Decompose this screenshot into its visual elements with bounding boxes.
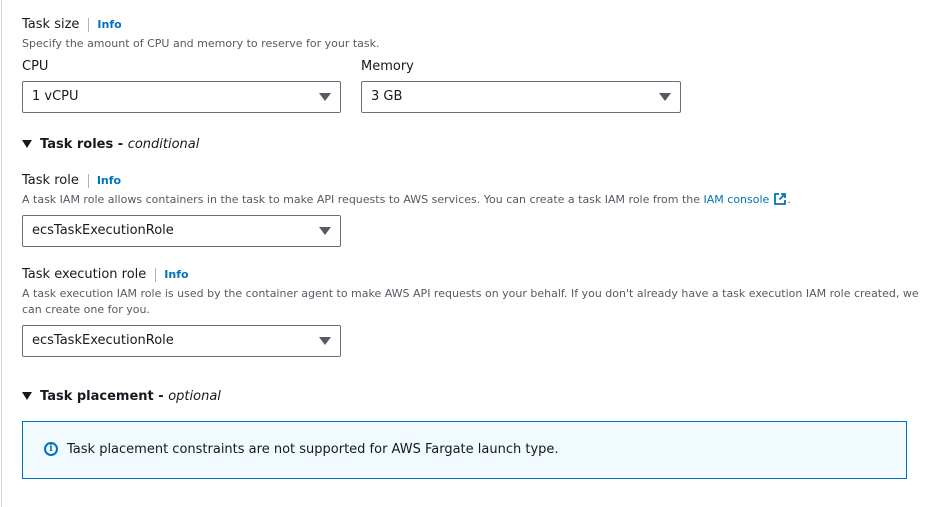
task-role-select[interactable]: ecsTaskExecutionRole [22, 215, 341, 247]
task-placement-title: Task placement - [40, 389, 169, 404]
caret-down-icon [319, 227, 331, 235]
task-role-selected-value: ecsTaskExecutionRole [32, 223, 174, 238]
task-role-description-text: A task IAM role allows containers in the… [22, 193, 704, 206]
task-role-label: Task role [22, 173, 79, 188]
alert-message: Task placement constraints are not suppo… [67, 442, 559, 457]
execution-role-description-line1: A task execution IAM role is used by the… [22, 287, 919, 300]
info-alert: i Task placement constraints are not sup… [22, 421, 907, 479]
triangle-down-icon [22, 391, 32, 400]
cpu-selected-value: 1 vCPU [32, 89, 79, 104]
task-role-header: Task role Info [22, 173, 121, 188]
caret-down-icon [319, 93, 331, 101]
execution-role-label: Task execution role [22, 267, 147, 282]
triangle-down-icon [22, 139, 32, 148]
divider [87, 173, 89, 188]
task-role-info-link[interactable]: Info [97, 174, 121, 187]
execution-role-select[interactable]: ecsTaskExecutionRole [22, 325, 341, 357]
caret-down-icon [319, 337, 331, 345]
execution-role-selected-value: ecsTaskExecutionRole [32, 333, 174, 348]
task-size-header: Task size Info [22, 17, 122, 32]
task-size-info-link[interactable]: Info [97, 18, 121, 31]
memory-label: Memory [361, 59, 414, 74]
info-circle-icon: i [44, 442, 58, 456]
task-role-description-end: . [787, 193, 791, 206]
panel-border [1, 0, 2, 507]
task-size-label: Task size [22, 17, 80, 32]
task-roles-title: Task roles - [40, 137, 128, 152]
divider [88, 17, 90, 32]
task-size-description: Specify the amount of CPU and memory to … [22, 37, 380, 50]
execution-role-description-line2: can create one for you. [22, 303, 150, 316]
task-placement-expander[interactable]: Task placement - optional [22, 389, 221, 404]
execution-role-header: Task execution role Info [22, 267, 189, 282]
memory-selected-value: 3 GB [371, 89, 403, 104]
cpu-select[interactable]: 1 vCPU [22, 81, 341, 113]
task-placement-qualifier: optional [168, 389, 221, 404]
memory-select[interactable]: 3 GB [361, 81, 681, 113]
task-roles-expander[interactable]: Task roles - conditional [22, 137, 199, 152]
execution-role-info-link[interactable]: Info [164, 268, 188, 281]
caret-down-icon [659, 93, 671, 101]
external-link-icon[interactable] [773, 192, 787, 206]
divider [155, 267, 157, 282]
cpu-label: CPU [22, 59, 49, 74]
iam-console-link[interactable]: IAM console [704, 193, 770, 206]
task-roles-qualifier: conditional [127, 137, 200, 152]
task-role-description: A task IAM role allows containers in the… [22, 193, 791, 207]
